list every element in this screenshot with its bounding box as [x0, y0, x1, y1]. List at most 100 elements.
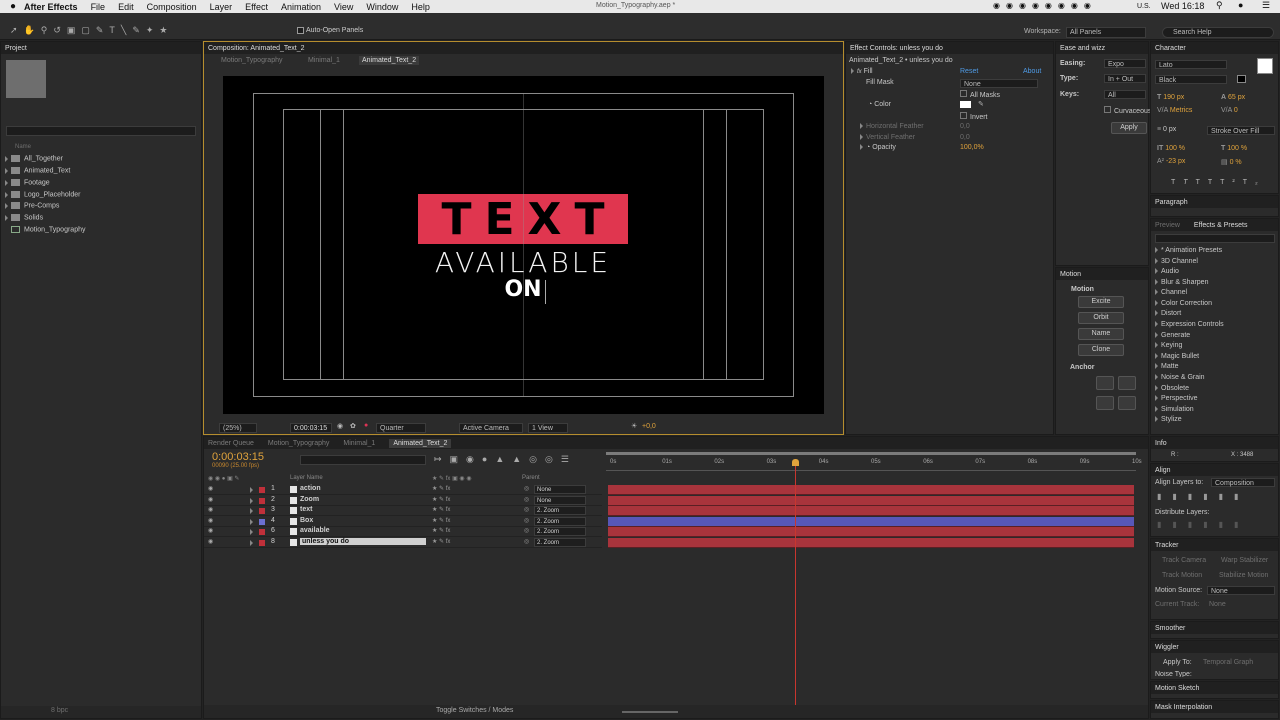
- camera-select[interactable]: Active Camera: [459, 423, 523, 433]
- tab-animated-text[interactable]: Animated_Text_2: [389, 438, 452, 448]
- paragraph-tab[interactable]: Paragraph: [1155, 199, 1188, 206]
- stabilize-motion-button[interactable]: Stabilize Motion: [1219, 572, 1268, 579]
- mask-interpolation-tab[interactable]: Mask Interpolation: [1155, 704, 1212, 711]
- apply-button[interactable]: Apply: [1111, 122, 1147, 134]
- opacity-value[interactable]: 100,0%: [960, 144, 984, 151]
- font-family-select[interactable]: Lato: [1155, 60, 1227, 69]
- project-item[interactable]: Pre-Comps: [5, 202, 59, 209]
- label-color-swatch[interactable]: [259, 487, 265, 493]
- expand-toggle-icon[interactable]: [250, 539, 253, 546]
- layer-duration-bar[interactable]: [608, 485, 1134, 495]
- motion-sketch-tab[interactable]: Motion Sketch: [1155, 685, 1199, 692]
- layer-name[interactable]: Zoom: [300, 496, 319, 503]
- timeline-tool-icons[interactable]: ↦▣◉●▲▲◎◎☰: [434, 454, 577, 465]
- current-time-field[interactable]: 0:00:03:15: [290, 423, 332, 433]
- preset-item[interactable]: Magic Bullet: [1155, 353, 1199, 360]
- tab-render-queue[interactable]: Render Queue: [208, 440, 254, 447]
- menu-file[interactable]: File: [91, 2, 106, 12]
- ease-tab[interactable]: Ease and wizz: [1060, 45, 1105, 52]
- menu-window[interactable]: Window: [366, 2, 398, 12]
- font-size[interactable]: T 190 px: [1157, 94, 1184, 101]
- orbit-button[interactable]: Orbit: [1078, 312, 1124, 324]
- layer-name[interactable]: text: [300, 506, 312, 513]
- layer-name[interactable]: action: [300, 485, 321, 492]
- zoom-slider[interactable]: [622, 711, 678, 713]
- stroke-color-swatch[interactable]: [1237, 75, 1246, 83]
- parent-pickwhip-icon[interactable]: ◎: [524, 527, 529, 534]
- exposure-value[interactable]: +0,0: [642, 423, 656, 430]
- composition-tab[interactable]: Composition: Animated_Text_2: [208, 45, 305, 52]
- apple-icon[interactable]: ●: [10, 1, 16, 12]
- parent-select[interactable]: 2. Zoom: [534, 527, 586, 536]
- menu-view[interactable]: View: [334, 2, 353, 12]
- preset-item[interactable]: 3D Channel: [1155, 258, 1198, 265]
- search-help-input[interactable]: Search Help: [1162, 27, 1274, 38]
- anchor-top[interactable]: [1118, 376, 1136, 390]
- timeline-current-time[interactable]: 0:00:03:15: [212, 451, 264, 463]
- label-color-swatch[interactable]: [259, 539, 265, 546]
- menu-edit[interactable]: Edit: [118, 2, 134, 12]
- effects-search-input[interactable]: [1155, 234, 1275, 243]
- preview-tab[interactable]: Preview: [1155, 222, 1180, 229]
- spotlight-icon[interactable]: ⚲: [1216, 0, 1223, 11]
- align-buttons[interactable]: ▮▮▮▮▮▮: [1157, 492, 1249, 501]
- clone-button[interactable]: Clone: [1078, 344, 1124, 356]
- parent-pickwhip-icon[interactable]: ◎: [524, 538, 529, 545]
- label-color-swatch[interactable]: [259, 497, 265, 504]
- project-item[interactable]: Animated_Text: [5, 167, 70, 174]
- timeline-search-input[interactable]: [300, 455, 426, 465]
- visibility-eye-icon[interactable]: ◉: [208, 527, 213, 534]
- snapshot-icon[interactable]: ◉: [337, 422, 343, 430]
- viewer-canvas[interactable]: TEXT AVAILABLE ON: [223, 76, 824, 414]
- invert-checkbox[interactable]: Invert: [960, 112, 988, 121]
- visibility-eye-icon[interactable]: ◉: [208, 538, 213, 545]
- project-item[interactable]: Footage: [5, 179, 50, 186]
- preset-item[interactable]: Noise & Grain: [1155, 374, 1205, 381]
- project-col-name[interactable]: Name: [15, 144, 31, 150]
- font-style-select[interactable]: Black: [1155, 75, 1227, 84]
- horizontal-feather-value[interactable]: 0,0: [960, 123, 970, 130]
- layer-switch-icons[interactable]: ★ ✎ fx: [432, 485, 450, 492]
- layer-duration-bar[interactable]: [608, 506, 1134, 516]
- visibility-eye-icon[interactable]: ◉: [208, 506, 213, 513]
- tool-icons[interactable]: ➚✋⚲↺▣▢✎T╲✎✦★: [10, 25, 174, 36]
- expand-toggle-icon[interactable]: [250, 497, 253, 504]
- anchor-center[interactable]: [1118, 396, 1136, 410]
- wiggler-tab[interactable]: Wiggler: [1155, 644, 1179, 651]
- preset-item[interactable]: Stylize: [1155, 416, 1182, 423]
- col-layer-name[interactable]: Layer Name: [290, 475, 323, 481]
- expand-toggle-icon[interactable]: [250, 487, 253, 493]
- menu-effect[interactable]: Effect: [245, 2, 268, 12]
- project-item[interactable]: All_Together: [5, 155, 63, 162]
- preset-item[interactable]: Perspective: [1155, 395, 1198, 402]
- preset-item[interactable]: Matte: [1155, 363, 1179, 370]
- auto-open-checkbox[interactable]: [297, 27, 304, 34]
- layer-row[interactable]: ◉ 1 action ★ ✎ fx ◎ None: [204, 485, 602, 495]
- effect-about-link[interactable]: About: [1023, 68, 1041, 75]
- parent-select[interactable]: None: [534, 495, 586, 505]
- current-time-indicator[interactable]: [795, 459, 796, 707]
- project-item[interactable]: Solids: [5, 214, 43, 221]
- preset-item[interactable]: Channel: [1155, 289, 1187, 296]
- layer-switch-icons[interactable]: ★ ✎ fx: [432, 517, 450, 524]
- layer-row[interactable]: ◉ 8 unless you do ★ ✎ fx ◎ 2. Zoom: [204, 537, 602, 548]
- motion-tab[interactable]: Motion: [1060, 271, 1081, 278]
- effects-presets-tab[interactable]: Effects & Presets: [1194, 222, 1248, 229]
- parent-pickwhip-icon[interactable]: ◎: [524, 506, 529, 513]
- parent-pickwhip-icon[interactable]: ◎: [524, 485, 529, 492]
- stopwatch-icon[interactable]: ◔: [868, 101, 872, 108]
- info-tab[interactable]: Info: [1155, 440, 1167, 447]
- preset-item[interactable]: Blur & Sharpen: [1155, 279, 1208, 286]
- stroke-width[interactable]: ≡ 0 px: [1157, 126, 1176, 133]
- expand-toggle-icon[interactable]: [250, 518, 253, 525]
- fill-mask-select[interactable]: None: [960, 79, 1038, 88]
- layer-duration-bar[interactable]: [608, 495, 1134, 506]
- clock[interactable]: Wed 16:18: [1161, 1, 1204, 11]
- locale-label[interactable]: U.S.: [1137, 3, 1151, 10]
- bpc-label[interactable]: 8 bpc: [51, 707, 68, 714]
- anchor-top-left[interactable]: [1096, 376, 1114, 390]
- visibility-eye-icon[interactable]: ◉: [208, 517, 213, 524]
- warp-stabilizer-button[interactable]: Warp Stabilizer: [1221, 557, 1268, 564]
- preset-item[interactable]: Keying: [1155, 342, 1182, 349]
- current-track-value[interactable]: None: [1209, 601, 1226, 608]
